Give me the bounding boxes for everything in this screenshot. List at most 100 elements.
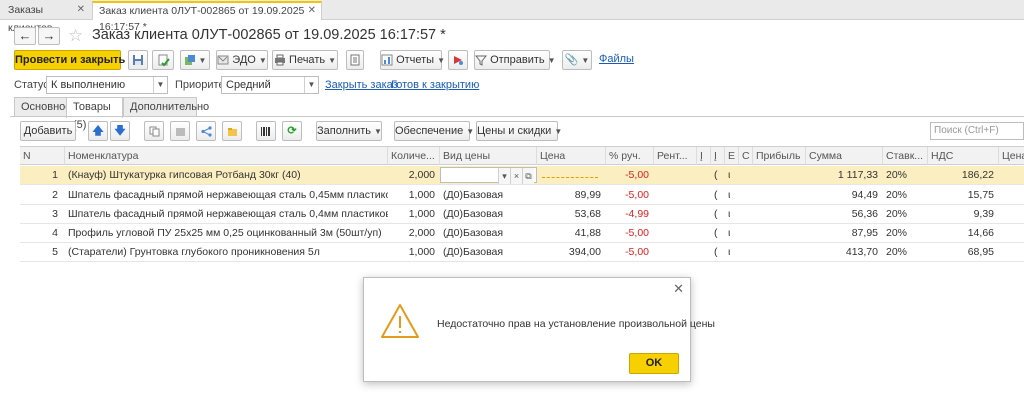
cell-total[interactable]: 56,36: [806, 205, 881, 223]
table-row[interactable]: 4 Профиль угловой ПУ 25х25 мм 0,25 оцинк…: [20, 224, 1024, 243]
move-up-button[interactable]: 🡅: [88, 121, 108, 141]
cell-item[interactable]: Шпатель фасадный прямой нержавеющая стал…: [65, 186, 388, 204]
chevron-down-icon[interactable]: ▼: [304, 77, 318, 93]
tab-additional[interactable]: Дополнительно: [123, 97, 209, 117]
chevron-down-icon[interactable]: ▼: [153, 77, 167, 93]
table-row[interactable]: 3 Шпатель фасадный прямой нержавеющая ст…: [20, 205, 1024, 224]
col-price[interactable]: Цена: [537, 147, 606, 165]
cell-vat[interactable]: 14,66: [928, 224, 997, 242]
cell-manual[interactable]: -5,00: [606, 224, 652, 242]
window-tab-order[interactable]: Заказ клиента 0ЛУТ-002865 от 19.09.2025 …: [92, 1, 322, 33]
cell-total[interactable]: 87,95: [806, 224, 881, 242]
table-row[interactable]: 2 Шпатель фасадный прямой нержавеющая ст…: [20, 186, 1024, 205]
table-row[interactable]: 5 (Старатели) Грунтовка глубокого проник…: [20, 243, 1024, 262]
cell-total[interactable]: 1 117,33: [806, 166, 881, 184]
cell-price-type[interactable]: (Д0)Базовая: [440, 224, 537, 242]
cell-total[interactable]: 413,70: [806, 243, 881, 261]
move-down-button[interactable]: 🡇: [110, 121, 130, 141]
col-rate[interactable]: Ставк...: [883, 147, 928, 165]
close-order-link[interactable]: Закрыть заказ: [325, 79, 398, 91]
ready-to-close-link[interactable]: Готов к закрытию: [391, 79, 479, 91]
price-input[interactable]: [539, 166, 601, 184]
ok-button[interactable]: OK: [629, 353, 679, 374]
cell-price[interactable]: 394,00: [537, 243, 604, 261]
split-row-button[interactable]: [196, 121, 216, 141]
cell-manual[interactable]: -5,00: [606, 186, 652, 204]
col-price2[interactable]: Цена: [999, 147, 1024, 165]
prices-discounts-button[interactable]: Цены и скидки ▼: [476, 121, 562, 141]
cell-item[interactable]: (Кнауф) Штукатурка гипсовая Ротбанд 30кг…: [65, 166, 388, 184]
cell-item[interactable]: Профиль угловой ПУ 25х25 мм 0,25 оцинков…: [65, 224, 388, 242]
add-row-button[interactable]: Добавить: [20, 121, 76, 141]
cell-price[interactable]: 89,99: [537, 186, 604, 204]
tab-main[interactable]: Основное: [14, 97, 71, 117]
col-n[interactable]: N: [20, 147, 65, 165]
cell-qty[interactable]: 1,000: [388, 205, 438, 223]
col-qty[interactable]: Количе...: [388, 147, 440, 165]
col-i2[interactable]: Į: [711, 147, 725, 165]
edo-button[interactable]: ЭДО ▼: [216, 50, 268, 70]
cell-manual[interactable]: -4,99: [606, 205, 652, 223]
barcode-button[interactable]: [256, 121, 276, 141]
cell-qty[interactable]: 1,000: [388, 243, 438, 261]
attachments-button[interactable]: 📎 ▼: [562, 50, 592, 70]
cell-manual[interactable]: -5,00: [606, 166, 652, 184]
table-row[interactable]: 1 (Кнауф) Штукатурка гипсовая Ротбанд 30…: [20, 166, 1024, 185]
col-margin[interactable]: Рент...: [654, 147, 697, 165]
price-type-input[interactable]: ▾ × ⧉: [440, 167, 537, 184]
post-button[interactable]: [152, 50, 174, 70]
delete-row-button[interactable]: [170, 121, 190, 141]
open-icon[interactable]: ⧉: [522, 168, 534, 184]
close-icon[interactable]: ✕: [673, 281, 684, 297]
col-profit[interactable]: Прибыль: [753, 147, 806, 165]
fill-button[interactable]: Заполнить ▼: [316, 121, 382, 141]
pick-items-button[interactable]: [222, 121, 242, 141]
supply-button[interactable]: Обеспечение ▼: [394, 121, 474, 141]
cell-total[interactable]: 94,49: [806, 186, 881, 204]
col-manual[interactable]: % руч.: [606, 147, 654, 165]
cell-vat[interactable]: 68,95: [928, 243, 997, 261]
cell-manual[interactable]: -5,00: [606, 243, 652, 261]
save-button[interactable]: [128, 50, 148, 70]
cell-price[interactable]: 41,88: [537, 224, 604, 242]
col-i1[interactable]: Į: [697, 147, 711, 165]
col-c[interactable]: С: [739, 147, 753, 165]
star-icon[interactable]: ☆: [68, 26, 83, 46]
cell-vat[interactable]: 9,39: [928, 205, 997, 223]
tab-goods[interactable]: Товары (5): [66, 97, 123, 131]
files-link[interactable]: Файлы: [599, 53, 634, 65]
col-vat[interactable]: НДС: [928, 147, 999, 165]
cell-price-type[interactable]: (Д0)Базовая: [440, 186, 537, 204]
cell-vat[interactable]: 15,75: [928, 186, 997, 204]
clear-icon[interactable]: ×: [510, 168, 522, 184]
send-button[interactable]: Отправить ▼: [474, 50, 556, 70]
col-price-type[interactable]: Вид цены: [440, 147, 537, 165]
reports-button[interactable]: Отчеты ▼: [380, 50, 445, 70]
back-button[interactable]: ←: [14, 27, 36, 45]
cell-price-type[interactable]: (Д0)Базовая: [440, 205, 537, 223]
close-icon[interactable]: ✕: [308, 3, 316, 19]
structure-button[interactable]: [346, 50, 364, 70]
cell-qty[interactable]: 1,000: [388, 186, 438, 204]
cell-rate[interactable]: 20%: [883, 166, 928, 184]
copy-row-button[interactable]: [144, 121, 164, 141]
cell-item[interactable]: Шпатель фасадный прямой нержавеющая стал…: [65, 205, 388, 223]
search-input[interactable]: Поиск (Ctrl+F): [930, 122, 1024, 140]
cell-rate[interactable]: 20%: [883, 224, 928, 242]
close-icon[interactable]: ✕: [77, 1, 85, 19]
post-and-close-button[interactable]: Провести и закрыть: [14, 50, 125, 70]
cell-price[interactable]: 53,68: [537, 205, 604, 223]
refresh-button[interactable]: ⟳: [282, 121, 302, 141]
col-total[interactable]: Сумма: [806, 147, 883, 165]
cell-item[interactable]: (Старатели) Грунтовка глубокого проникно…: [65, 243, 388, 261]
col-item[interactable]: Номенклатура: [65, 147, 388, 165]
col-e[interactable]: Е: [725, 147, 739, 165]
cell-price-type[interactable]: (Д0)Базовая: [440, 243, 537, 261]
window-tab-orders[interactable]: Заказы клиентов ✕: [2, 1, 90, 34]
chevron-down-icon[interactable]: ▾: [498, 168, 510, 184]
status-select[interactable]: К выполнению ▼: [46, 76, 168, 94]
cell-rate[interactable]: 20%: [883, 205, 928, 223]
cell-rate[interactable]: 20%: [883, 243, 928, 261]
cell-rate[interactable]: 20%: [883, 186, 928, 204]
cell-qty[interactable]: 2,000: [388, 166, 438, 184]
